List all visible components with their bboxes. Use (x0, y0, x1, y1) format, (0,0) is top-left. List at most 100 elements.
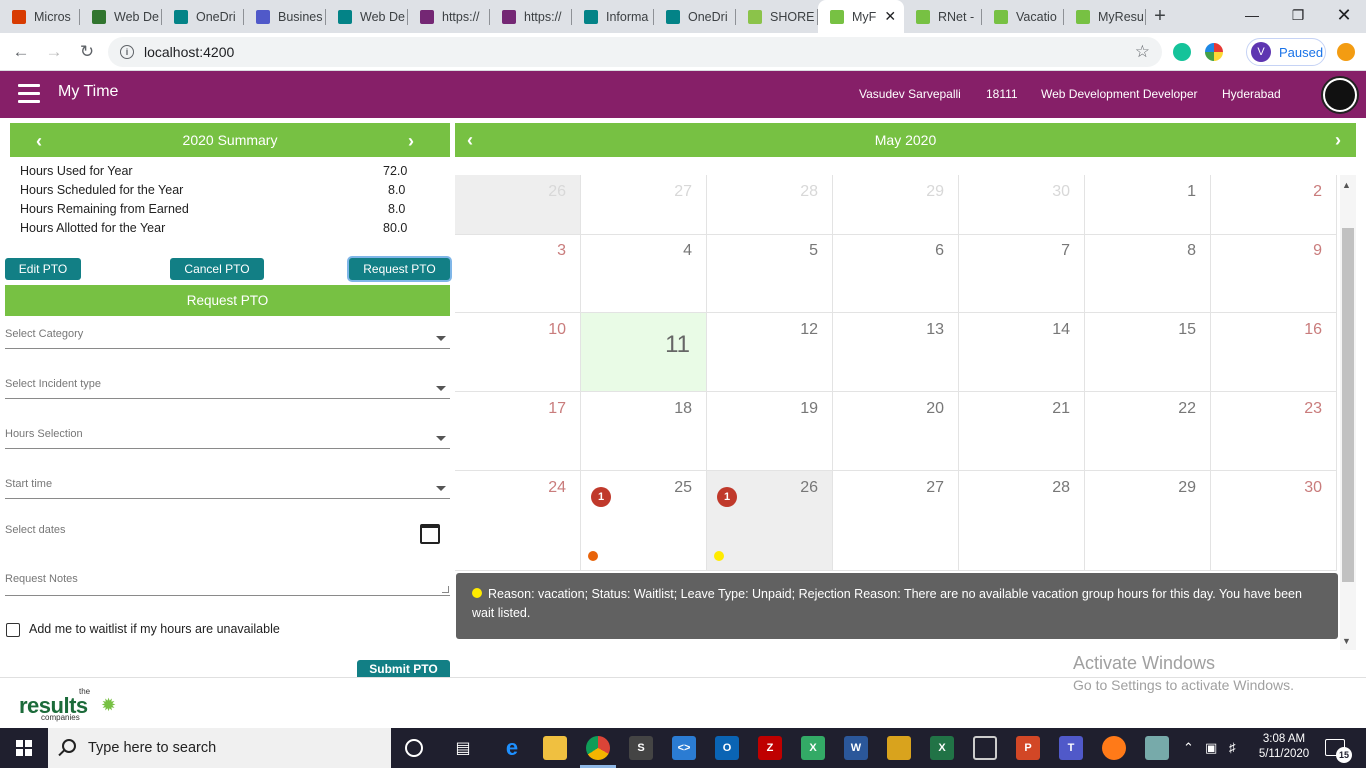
postman-icon[interactable] (1102, 736, 1126, 760)
cancel-pto-button[interactable]: Cancel PTO (170, 258, 264, 280)
calendar-day-cell[interactable]: 20 (833, 392, 959, 471)
chrome-icon[interactable] (586, 736, 610, 760)
browser-tab[interactable]: Informa (572, 0, 654, 33)
calendar-day-cell[interactable]: 8 (1085, 234, 1211, 313)
browser-tab[interactable]: Micros (0, 0, 80, 33)
browser-tab[interactable]: https:// (408, 0, 490, 33)
paint-icon[interactable] (887, 736, 911, 760)
url-field[interactable]: i localhost:4200 ☆ (108, 37, 1162, 67)
event-count-badge[interactable]: 1 (717, 487, 737, 507)
resize-handle-icon[interactable] (442, 586, 449, 593)
calendar-day-cell[interactable]: 30 (1211, 471, 1337, 571)
new-tab-icon[interactable]: + (1146, 0, 1174, 33)
filezilla-icon[interactable]: Z (758, 736, 782, 760)
tray-chevron-icon[interactable]: ⌃ (1183, 740, 1194, 756)
browser-tab[interactable]: OneDri (654, 0, 736, 33)
back-icon[interactable]: ← (8, 39, 34, 65)
calendar-day-cell[interactable]: 2 (1211, 175, 1337, 235)
vscode-icon[interactable]: <> (672, 736, 696, 760)
calendar-day-cell[interactable]: 10 (455, 313, 581, 392)
calendar-day-cell[interactable]: 26 1 (707, 471, 833, 571)
taskbar-search[interactable]: Type here to search (48, 728, 391, 768)
calendar-day-cell[interactable]: 28 (959, 471, 1085, 571)
browser-tab[interactable]: Vacatio (982, 0, 1064, 33)
calendar-day-cell[interactable]: 16 (1211, 313, 1337, 392)
waitlist-checkbox[interactable] (6, 623, 20, 637)
browser-tab[interactable]: Busines (244, 0, 326, 33)
company-logo[interactable] (1321, 76, 1359, 114)
browser-tab[interactable]: SHORE (736, 0, 818, 33)
calendar-day-cell[interactable]: 29 (833, 175, 959, 235)
prev-month-icon[interactable]: ‹ (467, 130, 473, 151)
request-notes-textarea[interactable]: Request Notes (5, 573, 450, 596)
browser-tab[interactable]: OneDri (162, 0, 244, 33)
update-icon[interactable] (1337, 43, 1355, 61)
browser-tab[interactable]: Web De (80, 0, 162, 33)
calendar-day-cell[interactable]: 12 (707, 313, 833, 392)
outlook-icon[interactable]: O (715, 736, 739, 760)
snipping-tool-icon[interactable] (1145, 736, 1169, 760)
calendar-day-cell[interactable]: 6 (833, 234, 959, 313)
calendar-day-cell[interactable]: 23 (1211, 392, 1337, 471)
calendar-day-cell[interactable]: 19 (707, 392, 833, 471)
calendar-icon[interactable] (420, 524, 440, 544)
profile-button[interactable]: V Paused (1246, 38, 1326, 66)
site-info-icon[interactable]: i (120, 45, 134, 59)
calendar-day-cell[interactable]: 5 (707, 234, 833, 313)
calendar-day-cell[interactable]: 18 (581, 392, 707, 471)
browser-tab[interactable]: MyResu (1064, 0, 1146, 33)
calendar-day-cell[interactable]: 28 (707, 175, 833, 235)
volume-icon[interactable]: ♯ (1229, 740, 1236, 755)
submit-pto-button[interactable]: Submit PTO (357, 660, 450, 678)
scrollbar-thumb[interactable] (1342, 228, 1354, 582)
browser-tab[interactable]: https:// (490, 0, 572, 33)
calendar-day-cell[interactable]: 1 (1085, 175, 1211, 235)
calendar-day-cell[interactable]: 29 (1085, 471, 1211, 571)
calendar-day-cell[interactable]: 14 (959, 313, 1085, 392)
event-count-badge[interactable]: 1 (591, 487, 611, 507)
excel-icon[interactable]: X (930, 736, 954, 760)
forward-icon[interactable]: → (41, 39, 67, 65)
network-icon[interactable]: ▣ (1205, 740, 1217, 756)
browser-tab[interactable]: MyF ✕ (818, 0, 904, 33)
notification-icon[interactable]: 15 (1325, 739, 1352, 763)
calendar-day-cell[interactable]: 4 (581, 234, 707, 313)
request-pto-button[interactable]: Request PTO (349, 258, 450, 280)
network-tool-icon[interactable]: X (801, 736, 825, 760)
virtualbox-icon[interactable] (973, 736, 997, 760)
scroll-down-icon[interactable]: ▼ (1342, 636, 1351, 646)
browser-tab[interactable]: Web De (326, 0, 408, 33)
start-time-select[interactable]: Start time (5, 478, 450, 499)
calendar-day-cell[interactable]: 24 (455, 471, 581, 571)
edge-icon[interactable]: e (500, 735, 524, 760)
hamburger-menu-icon[interactable] (18, 84, 40, 103)
word-icon[interactable]: W (844, 736, 868, 760)
minimize-icon[interactable]: — (1229, 0, 1275, 30)
close-window-icon[interactable]: ✕ (1321, 0, 1366, 30)
calendar-day-cell[interactable]: 15 (1085, 313, 1211, 392)
terminal-icon[interactable]: S (629, 736, 653, 760)
bookmark-star-icon[interactable]: ☆ (1135, 42, 1150, 62)
edit-pto-button[interactable]: Edit PTO (5, 258, 81, 280)
hours-select[interactable]: Hours Selection (5, 428, 450, 449)
taskbar-clock[interactable]: 3:08 AM 5/11/2020 (1256, 732, 1312, 762)
calendar-day-cell[interactable]: 25 1 (581, 471, 707, 571)
calendar-day-cell[interactable]: 13 (833, 313, 959, 392)
calendar-day-cell[interactable]: 3 (455, 234, 581, 313)
browser-tab[interactable]: RNet - (904, 0, 982, 33)
teams-icon[interactable]: T (1059, 736, 1083, 760)
reload-icon[interactable]: ↻ (74, 39, 100, 65)
calendar-day-cell[interactable]: 27 (833, 471, 959, 571)
calendar-day-cell[interactable]: 21 (959, 392, 1085, 471)
calendar-day-cell[interactable]: 26 (455, 175, 581, 235)
grammarly-icon[interactable] (1173, 43, 1191, 61)
calendar-day-cell[interactable]: 17 (455, 392, 581, 471)
cortana-icon[interactable] (405, 739, 423, 757)
file-explorer-icon[interactable] (543, 736, 567, 760)
calendar-day-cell[interactable]: 9 (1211, 234, 1337, 313)
prev-year-icon[interactable]: ‹ (36, 131, 42, 152)
color-extension-icon[interactable] (1205, 43, 1223, 61)
close-tab-icon[interactable]: ✕ (884, 8, 896, 25)
incident-type-select[interactable]: Select Incident type (5, 378, 450, 399)
orange-dot-icon[interactable] (588, 551, 598, 561)
